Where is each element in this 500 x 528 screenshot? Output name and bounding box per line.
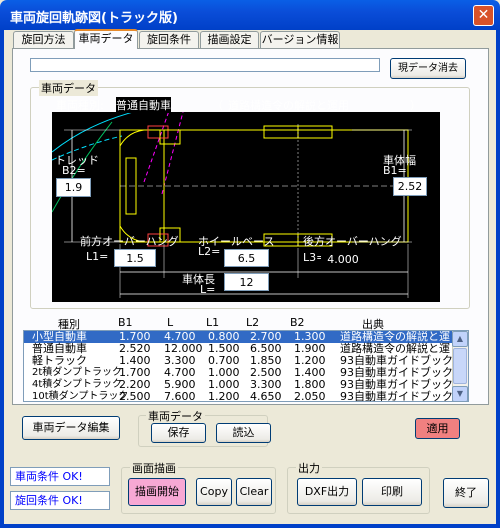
vehicle-data-file-group-label: 車両データ [146,408,205,424]
output-group-label: 出力 [296,460,322,476]
body-width-b1-field[interactable]: 2.52 [393,177,427,196]
load-button[interactable]: 読込 [216,423,271,443]
col-header-b2: B2 [290,316,305,329]
scroll-up-icon[interactable]: ▲ [452,331,468,347]
tab-turning-method[interactable]: 旋回方法 [13,31,74,48]
wheelbase-l2-field[interactable]: 6.5 [224,249,269,267]
col-header-l: L [167,316,174,329]
vehicle-type-label: 車両種別: [56,99,104,112]
tab-turning-conditions[interactable]: 旋回条件 [139,31,199,48]
cell-type: 2t積ダンプトラック [32,367,122,378]
vehicle-name-input[interactable] [30,58,380,72]
tab-version-info[interactable]: バージョン情報 [260,31,340,48]
window-title: 車両旋回軌跡図(トラック版) [10,11,178,26]
edit-vehicle-data-button[interactable]: 車両データ編集 [22,416,120,440]
cell-type: 軽トラック [32,354,87,367]
apply-button[interactable]: 適用 [415,418,460,439]
table-row[interactable]: 10t積ダンプトラック 2.500 7.600 1.200 4.650 2.05… [24,391,454,402]
rear-overhang-label: 後方オーバーハング [303,235,402,248]
vehicle-source-value: 道路構造令の解説と運用 [228,99,349,112]
draw-group-label: 画面描画 [130,460,178,476]
cell-l1: 1.200 [208,390,240,402]
tab-vehicle-data[interactable]: 車両データ [74,29,138,49]
dxf-output-button[interactable]: DXF出力 [297,478,357,506]
print-button[interactable]: 印刷 [362,478,422,506]
clear-button[interactable]: Clear [236,478,272,506]
close-button[interactable]: ✕ [473,5,494,26]
vehicle-list[interactable]: 小型自動車 1.700 4.700 0.800 2.700 1.300 道路構造… [23,330,469,402]
window-frame-right [496,30,500,528]
col-header-b1: B1 [118,316,133,329]
draw-start-button[interactable]: 描画開始 [128,478,186,506]
tread-b2-label: B2= [62,164,86,177]
front-overhang-label: 前方オーバーハング [80,235,179,248]
clear-data-button[interactable]: 現データ消去 [390,58,466,79]
save-button[interactable]: 保存 [151,423,206,443]
paren-close: ） [410,99,421,112]
cell-type: 10t積ダンプトラック [32,391,129,402]
front-overhang-l1-field[interactable]: 1.5 [114,249,156,267]
l1-label: L1= [86,250,109,263]
col-header-l2: L2 [246,316,260,329]
body-length-field[interactable]: 12 [224,273,269,291]
scroll-thumb[interactable] [453,348,467,384]
cell-b1: 2.500 [119,390,151,402]
vehicle-type-value: 普通自動車 [116,97,171,113]
tab-draw-settings[interactable]: 描画設定 [200,31,259,48]
tread-b2-field[interactable]: 1.9 [56,178,91,197]
scroll-down-icon[interactable]: ▼ [452,386,468,402]
cell-l2: 4.650 [250,390,282,402]
copy-button[interactable]: Copy [196,478,232,506]
l2-label: L2= [198,245,221,258]
body-width-b1-label: B1= [383,164,407,177]
paren-open: （ [212,99,223,112]
cell-l: 7.600 [164,390,196,402]
window-frame-bottom [0,524,500,528]
turning-status: 旋回条件 OK! [10,491,110,510]
vehicle-data-group-label: 車両データ [39,80,98,96]
rear-overhang-l3-value: 4.000 [321,250,365,267]
window-frame-left [0,30,4,528]
cell-type: 4t積ダンプトラック [32,379,122,390]
exit-button[interactable]: 終了 [443,478,489,508]
col-header-l1: L1 [206,316,220,329]
vehicle-status: 車両条件 OK! [10,467,110,486]
cell-b2: 2.050 [294,390,326,402]
body-length-l-label: L= [200,283,216,296]
cell-source: 93自動車ガイドブック [340,390,453,402]
